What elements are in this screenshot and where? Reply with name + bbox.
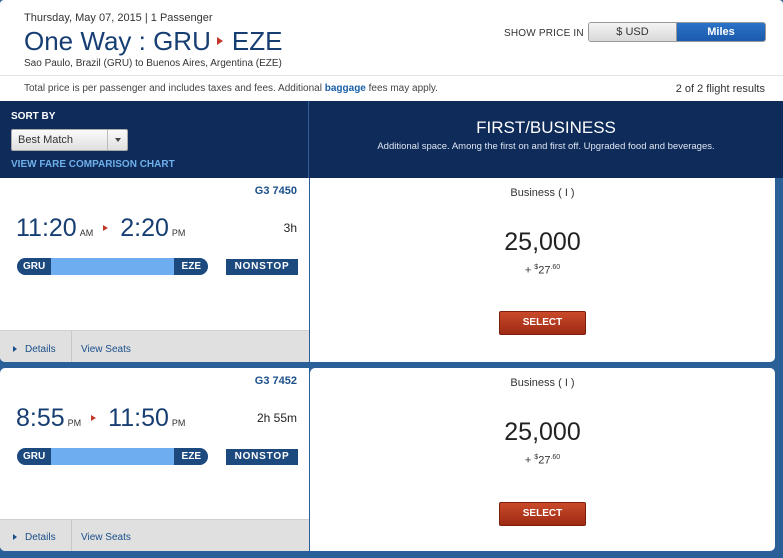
route-description: Sao Paulo, Brazil (GRU) to Buenos Aires,… [24, 58, 282, 69]
trip-date-line: Thursday, May 07, 2015 | 1 Passenger [24, 12, 213, 24]
origin-code: GRU [17, 448, 51, 465]
origin-code: GRU [17, 258, 51, 275]
flight-card-footer: Details View Seats [0, 519, 309, 551]
tax-cents: .60 [550, 264, 561, 271]
chevron-down-icon[interactable] [107, 130, 127, 150]
baggage-link[interactable]: baggage [325, 83, 366, 94]
fare-miles: 25,000 [504, 228, 581, 256]
depart-time: 11:20 [16, 214, 77, 242]
cabin-header: FIRST/BUSINESS Additional space. Among t… [309, 101, 783, 178]
arrow-right-icon [216, 37, 223, 46]
stops-badge: NONSTOP [226, 449, 298, 465]
arrive-time: 2:20 [120, 214, 169, 242]
view-seats-link[interactable]: View Seats [81, 344, 131, 355]
sort-dropdown[interactable]: Best Match [11, 129, 128, 151]
flight-duration: 3h [283, 221, 297, 235]
results-count: 2 of 2 flight results [675, 83, 765, 95]
fare-card: Business ( I ) 25,000 + $27.60 SELECT [310, 178, 775, 362]
select-fare-button[interactable]: SELECT [499, 502, 586, 526]
tax-whole: 27 [538, 454, 551, 467]
depart-time: 8:55 [16, 404, 65, 432]
price-note: Total price is per passenger and include… [24, 83, 438, 94]
footer-divider [71, 520, 72, 551]
show-price-label: SHOW PRICE IN [504, 28, 584, 39]
details-link[interactable]: Details [13, 344, 56, 355]
arrive-time: 11:50 [108, 404, 169, 432]
fare-cabin-label: Business ( I ) [510, 187, 575, 199]
sort-selected-value: Best Match [18, 134, 74, 146]
fare-comparison-link[interactable]: VIEW FARE COMPARISON CHART [11, 159, 175, 170]
arrive-ampm: PM [171, 228, 186, 238]
arrow-right-icon [91, 415, 97, 422]
header-divider [0, 75, 783, 76]
flight-duration: 2h 55m [256, 411, 297, 425]
sort-label: SORT BY [11, 111, 56, 122]
tax-whole: 27 [538, 264, 551, 277]
trip-header: Thursday, May 07, 2015 | 1 Passenger One… [0, 0, 783, 101]
arrow-right-icon [103, 225, 109, 232]
flight-number: G3 7452 [254, 375, 297, 387]
toggle-usd-button[interactable]: $ USD [589, 23, 677, 41]
route-bar: GRU EZE [17, 258, 208, 275]
price-note-suffix: fees may apply. [365, 83, 438, 94]
trip-type-origin: One Way : GRU [24, 26, 211, 56]
cabin-description: Additional space. Among the first on and… [377, 141, 715, 152]
trip-destination: EZE [231, 26, 283, 56]
page-title: One Way : GRU EZE [24, 26, 282, 57]
flight-card-info: G3 7452 8:55 PM 11:50 PM 2h 55m GRU EZE NON… [0, 368, 309, 551]
fare-taxes: + $27.60 [310, 454, 775, 467]
stops-badge: NONSTOP [226, 259, 298, 275]
fare-card: Business ( I ) 25,000 + $27.60 SELECT [310, 368, 775, 551]
select-fare-button[interactable]: SELECT [499, 311, 586, 335]
tax-prefix: + [524, 264, 535, 277]
destination-code: EZE [174, 258, 208, 275]
view-seats-link[interactable]: View Seats [81, 532, 131, 543]
depart-ampm: AM [79, 228, 94, 238]
sort-panel: SORT BY Best Match VIEW FARE COMPARISON … [0, 101, 308, 178]
details-link[interactable]: Details [13, 532, 56, 543]
destination-code: EZE [174, 448, 208, 465]
flight-times: 8:55 PM 11:50 PM [16, 404, 195, 433]
fare-taxes: + $27.60 [310, 264, 775, 277]
tax-cents: .60 [550, 454, 561, 461]
fare-cabin-label: Business ( I ) [510, 377, 575, 389]
cabin-title: FIRST/BUSINESS [476, 118, 616, 137]
depart-ampm: PM [67, 418, 82, 428]
route-bar: GRU EZE [17, 448, 208, 465]
flight-number: G3 7450 [254, 185, 297, 197]
tax-prefix: + [524, 454, 535, 467]
arrive-ampm: PM [171, 418, 186, 428]
footer-divider [71, 331, 72, 362]
price-currency-toggle: $ USD Miles [588, 22, 766, 42]
flight-times: 11:20 AM 2:20 PM [16, 214, 195, 243]
price-note-text: Total price is per passenger and include… [24, 83, 325, 94]
flight-card-info: G3 7450 11:20 AM 2:20 PM 3h GRU EZE NONSTOP… [0, 178, 309, 362]
flight-card-footer: Details View Seats [0, 330, 309, 362]
toggle-miles-button[interactable]: Miles [677, 23, 765, 41]
fare-miles: 25,000 [504, 418, 581, 446]
